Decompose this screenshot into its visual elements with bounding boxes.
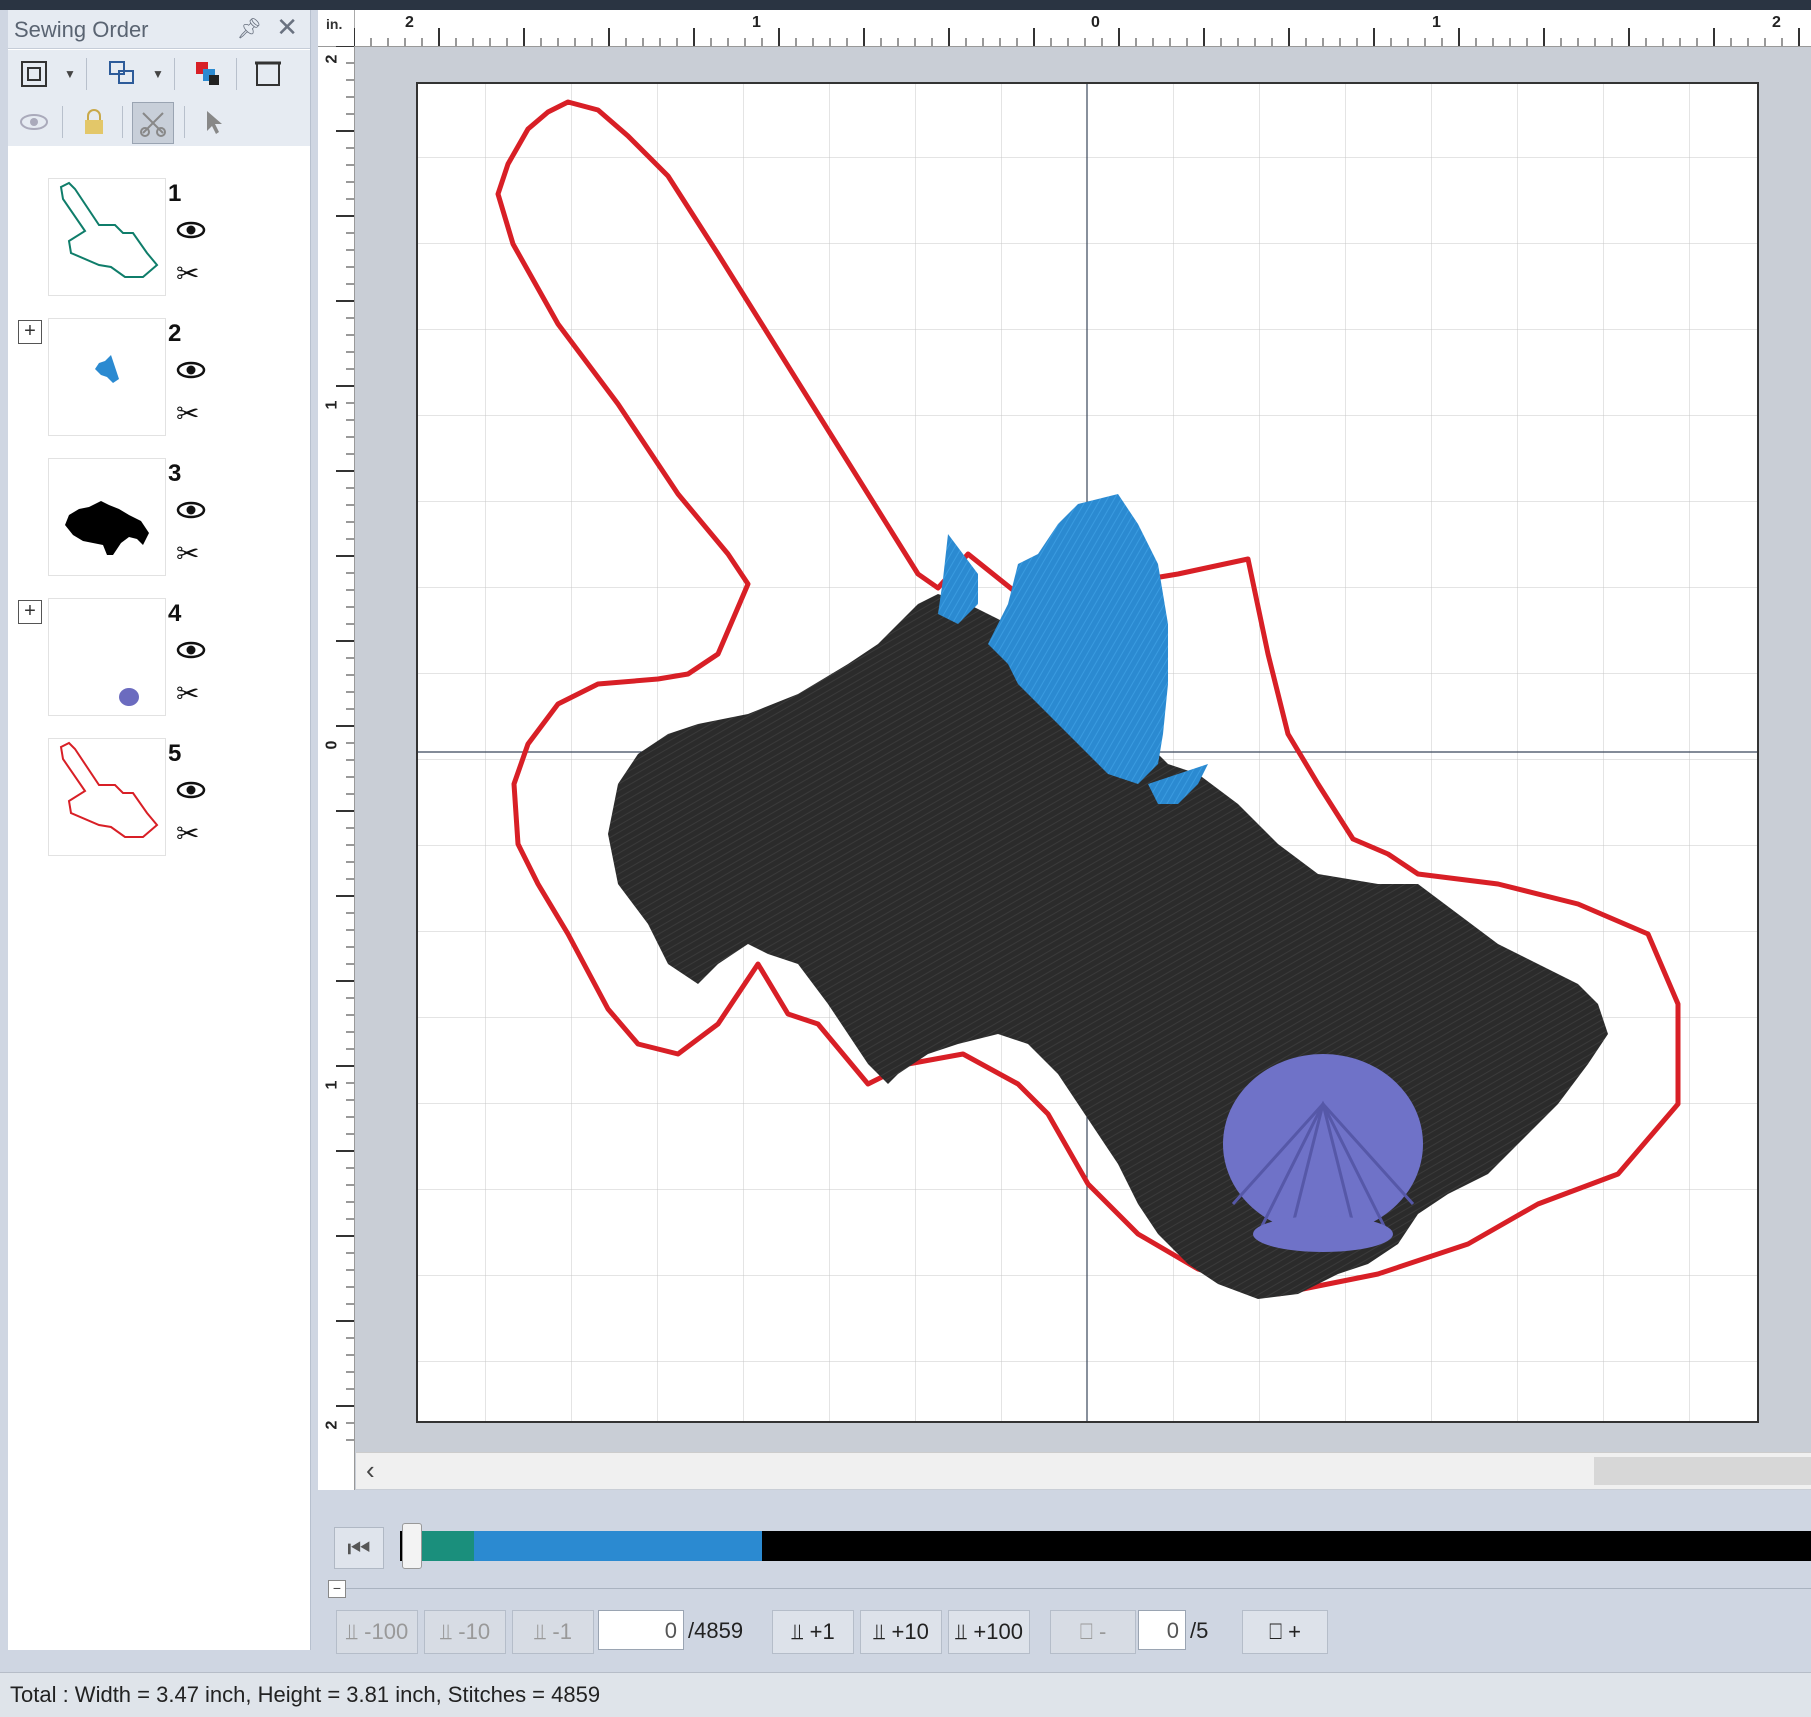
eye-icon[interactable] [176,360,206,380]
lock-icon[interactable] [74,102,114,142]
total-stitches-label: /4859 [688,1618,744,1643]
back-10-button[interactable]: ⫫ -10 [424,1610,506,1654]
status-bar: Total : Width = 3.47 inch, Height = 3.81… [0,1672,1811,1717]
layer-number: 3 [168,460,182,487]
eye-icon[interactable] [176,780,206,800]
layer-number: 1 [168,180,182,207]
panel-title: Sewing Order [14,17,149,42]
divider [346,1588,1811,1589]
back-1-label: -1 [552,1619,572,1644]
layer-thumbnail [48,598,166,716]
v-ruler-ticks [336,46,354,1441]
eye-icon[interactable] [176,500,206,520]
forward-10-button[interactable]: ⫫ +10 [860,1610,942,1654]
go-to-first-icon[interactable]: ⏮ [334,1527,384,1569]
window-top-strip [0,0,1811,10]
expand-icon[interactable]: + [18,320,42,344]
back-1-button[interactable]: ⫫ -1 [512,1610,594,1654]
trim-icon[interactable] [132,102,174,144]
select-arrow-icon[interactable] [194,102,234,142]
back-10-label: -10 [458,1619,491,1644]
layer-number: 5 [168,740,182,767]
prev-color-button[interactable]: ⎕ - [1050,1610,1136,1654]
color-order-icon[interactable] [188,54,228,94]
layer-number: 2 [168,320,182,347]
layer-number: 4 [168,600,182,627]
forward-100-button[interactable]: ⫫ +100 [948,1610,1030,1654]
scissors-icon[interactable]: ✂︎ [176,680,199,708]
current-stitch-field[interactable]: 0 [598,1610,684,1650]
needle-icon: ⫫ [873,1619,886,1644]
forward-1-button[interactable]: ⫫ +1 [772,1610,854,1654]
chevron-down-icon[interactable]: ▼ [64,67,76,81]
status-text: Total : Width = 3.47 inch, Height = 3.81… [10,1682,601,1707]
layer-item-4[interactable]: + 4 ✂︎ [8,590,310,730]
hoop-icon: ⎕ [1079,1619,1093,1644]
layer-item-2[interactable]: + 2 ✂︎ [8,310,310,450]
needle-icon: ⫫ [534,1619,547,1644]
chevron-down-icon[interactable]: ▼ [152,67,164,81]
layer-thumbnail [48,318,166,436]
needle-icon: ⫫ [439,1619,453,1644]
fit-view-icon[interactable] [14,54,54,94]
ruler-units: in. [318,10,355,47]
back-100-button[interactable]: ⫫ -100 [336,1610,418,1654]
layer-thumbnail [48,458,166,576]
scroll-thumb[interactable] [1594,1457,1811,1485]
sewing-order-panel: Sewing Order 📌︎ ✕ ▼ ▼ 1 ✂︎ + 2 ✂︎ 3 ✂︎ +… [8,10,311,1650]
ruler-units-label: in. [326,16,343,32]
needle-icon: ⫫ [791,1619,804,1644]
eye-icon[interactable] [176,640,206,660]
h-ruler-ticks [354,28,1800,46]
close-icon[interactable]: ✕ [276,12,298,43]
scissors-icon[interactable]: ✂︎ [176,820,199,848]
next-color-label: + [1288,1619,1302,1644]
layer-item-3[interactable]: 3 ✂︎ [8,450,310,590]
back-100-label: -100 [364,1619,409,1644]
panel-toolbar-row-2 [8,98,310,146]
collapse-icon[interactable]: − [328,1580,346,1598]
hoop-icon[interactable] [248,54,288,94]
forward-10-label: +10 [891,1619,929,1644]
group-icon[interactable] [102,54,142,94]
current-color-field[interactable]: 0 [1138,1610,1186,1650]
next-color-button[interactable]: ⎕ + [1242,1610,1328,1654]
eye-icon[interactable] [14,102,54,142]
forward-100-label: +100 [973,1619,1023,1644]
layer-thumbnail [48,178,166,296]
hoop-icon: ⎕ [1268,1619,1283,1644]
progress-segment-color-2 [474,1531,762,1561]
hoop-design-area[interactable] [416,82,1759,1423]
prev-color-label: - [1098,1619,1107,1644]
layer-thumbnail [48,738,166,856]
needle-icon: ⫫ [955,1619,968,1644]
eye-icon[interactable] [176,220,206,240]
scroll-left-icon[interactable]: ‹ [366,1455,375,1486]
panel-toolbar-row-1: ▼ ▼ [8,50,310,98]
scissors-icon[interactable]: ✂︎ [176,400,199,428]
progress-segment-color-1 [420,1531,474,1561]
design-drawing [418,84,1757,1421]
layer-item-1[interactable]: 1 ✂︎ [8,170,310,310]
layer-item-5[interactable]: 5 ✂︎ [8,730,310,870]
stitch-slider-handle[interactable] [402,1523,422,1569]
panel-title-bar: Sewing Order 📌︎ ✕ [8,10,310,49]
scissors-icon[interactable]: ✂︎ [176,540,199,568]
forward-1-label: +1 [809,1619,835,1644]
needle-icon: ⫫ [345,1619,359,1644]
total-colors-label: /5 [1190,1618,1209,1643]
scissors-icon[interactable]: ✂︎ [176,260,199,288]
pin-icon[interactable]: 📌︎ [237,16,262,41]
horizontal-scrollbar[interactable]: ‹ [356,1452,1811,1489]
expand-icon[interactable]: + [18,600,42,624]
